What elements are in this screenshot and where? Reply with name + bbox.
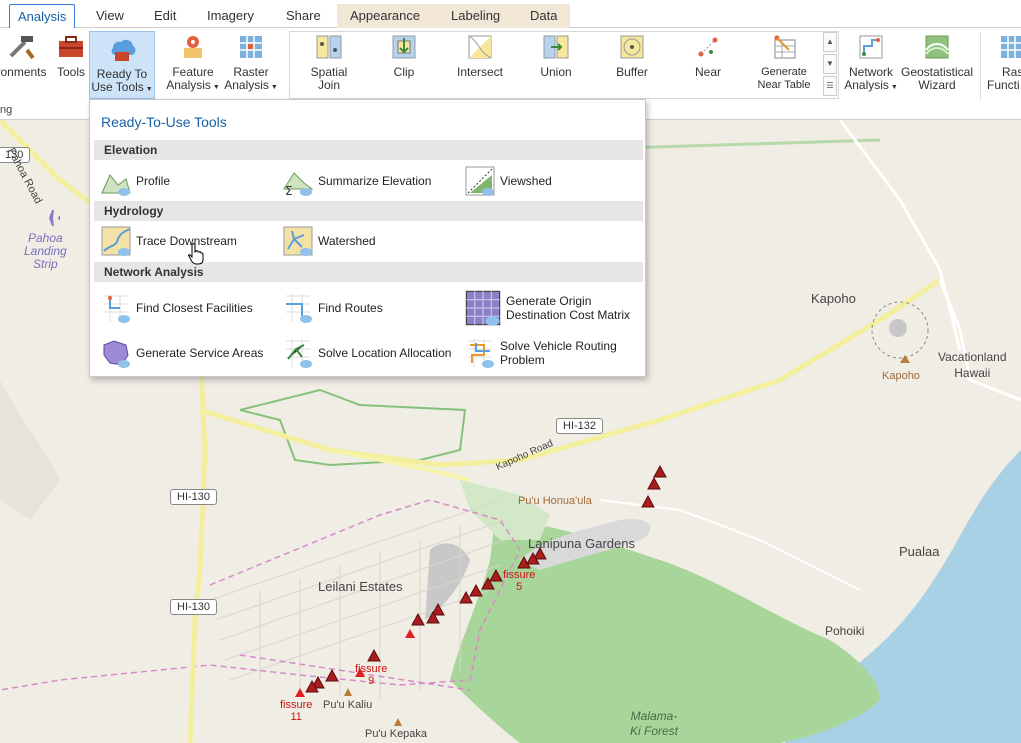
tab-view[interactable]: View <box>88 4 132 28</box>
fissure-9-label: fissure 9 <box>355 663 388 687</box>
profile-icon <box>101 174 131 196</box>
panel-title: Ready-To-Use Tools <box>101 114 227 130</box>
tab-imagery[interactable]: Imagery <box>199 4 262 28</box>
tab-edit[interactable]: Edit <box>146 4 184 28</box>
dropdown-arrow-icon: ▼ <box>888 84 898 91</box>
ribbon-group-label: ng <box>0 104 13 116</box>
puu-honuaula-label: Pu'u Honua'ula <box>518 495 592 507</box>
tab-data[interactable]: Data <box>515 4 570 28</box>
environments-button[interactable]: ronments <box>0 32 49 79</box>
near-table-icon <box>774 35 796 59</box>
tool-find-routes[interactable]: Find Routes <box>282 291 383 325</box>
pualaa-label: Pualaa <box>899 544 940 559</box>
near-icon <box>698 37 718 57</box>
tools-button[interactable]: Tools <box>53 32 89 79</box>
tool-watershed[interactable]: Watershed <box>282 224 376 258</box>
raster-analysis-button[interactable]: Raster Analysis ▼ <box>222 32 280 94</box>
summarize-elevation-icon: Σ <box>283 172 314 197</box>
hi132-shield: HI-132 <box>556 418 604 434</box>
lanipuna-gardens-label: Lanipuna Gardens <box>528 536 635 551</box>
vacationland-label: Vacationland Hawaii <box>938 350 1007 380</box>
dropdown-arrow-icon: ▼ <box>143 86 153 93</box>
network-analysis-button[interactable]: Network Analysis ▼ <box>843 32 899 94</box>
ready-to-use-tools-button[interactable]: Ready To Use Tools ▼ <box>89 31 155 99</box>
find-routes-icon <box>286 294 312 323</box>
leilani-estates-label: Leilani Estates <box>318 579 403 594</box>
fissure-5-label: fissure 5 <box>503 569 536 593</box>
toolbox-icon <box>59 36 83 57</box>
trace-downstream-icon <box>101 226 131 256</box>
ribbon-tab-strip: Analysis View Edit Imagery Share Appeara… <box>0 0 1021 29</box>
dropdown-arrow-icon: ▼ <box>210 84 220 91</box>
malama-forest-label: Malama- Ki Forest <box>630 709 679 738</box>
puu-kaliu-label: Pu'u Kaliu <box>323 699 373 711</box>
kapoho-label: Kapoho <box>811 291 856 306</box>
kapoho-small-label: Kapoho <box>882 370 920 382</box>
arcgis-pro-window: 130 HI-132 HI-130 HI-130 Pahoa Road Kapo… <box>0 0 1021 743</box>
fissure-11-label: fissure 11 <box>280 699 313 723</box>
ready-to-use-tools-panel: Ready-To-Use Tools Elevation Profile Σ S… <box>89 99 646 377</box>
generate-near-table-button[interactable]: Generate Near Table <box>752 32 816 92</box>
intersect-button[interactable]: Intersect <box>454 32 506 79</box>
location-allocation-icon <box>286 339 312 368</box>
tool-generate-service-areas[interactable]: Generate Service Areas <box>100 336 263 370</box>
tab-appearance[interactable]: Appearance <box>337 4 435 28</box>
pahoa-landing-label: Pahoa Landing Strip <box>24 231 67 271</box>
hi130-shield-a: HI-130 <box>170 489 218 505</box>
near-button[interactable]: Near <box>682 32 734 79</box>
raster-functions-icon <box>1001 36 1021 58</box>
service-areas-icon <box>103 340 130 368</box>
gallery-scroll-up-button[interactable]: ▲ <box>823 32 837 52</box>
viewshed-icon <box>465 166 495 196</box>
clip-icon <box>392 35 416 59</box>
buffer-button[interactable]: Buffer <box>606 32 658 79</box>
buffer-icon <box>620 35 644 59</box>
union-icon <box>543 35 569 59</box>
od-cost-matrix-icon <box>465 290 501 326</box>
feature-analysis-icon <box>184 36 202 58</box>
section-hydrology: Hydrology <box>94 201 643 221</box>
tool-solve-location-allocation[interactable]: Solve Location Allocation <box>282 336 451 370</box>
wrench-hammer-icon <box>9 36 35 60</box>
tool-summarize-elevation[interactable]: Σ Summarize Elevation <box>282 164 431 198</box>
puu-kepaka-label: Pu'u Kepaka <box>365 728 428 740</box>
dropdown-arrow-icon: ▼ <box>268 84 278 91</box>
section-network-analysis: Network Analysis <box>94 262 643 282</box>
watershed-icon <box>283 226 313 256</box>
tool-solve-vehicle-routing[interactable]: Solve Vehicle Routing Problem <box>464 336 617 370</box>
gallery-expand-button[interactable]: ☰ <box>823 76 837 96</box>
tool-trace-downstream[interactable]: Trace Downstream <box>100 224 237 258</box>
pohoiki-label: Pohoiki <box>825 624 865 638</box>
section-elevation: Elevation <box>94 140 643 160</box>
find-closest-facilities-icon <box>104 294 130 323</box>
spatial-join-icon <box>316 35 342 59</box>
tool-generate-od-cost-matrix[interactable]: Generate Origin Destination Cost Matrix <box>464 289 630 327</box>
intersect-icon <box>468 35 492 59</box>
hi130-shield-b: HI-130 <box>170 599 218 615</box>
geostatistical-wizard-icon <box>925 35 949 59</box>
tool-viewshed[interactable]: Viewshed <box>464 164 552 198</box>
spatial-join-button[interactable]: Spatial Join <box>303 32 355 92</box>
ribbon-separator <box>980 32 981 100</box>
raster-functions-button[interactable]: RastFuncti <box>985 32 1021 92</box>
tool-profile[interactable]: Profile <box>100 164 170 198</box>
geostatistical-wizard-button[interactable]: Geostatistical Wizard <box>900 32 974 92</box>
union-button[interactable]: Union <box>530 32 582 79</box>
feature-analysis-button[interactable]: Feature Analysis ▼ <box>163 32 223 94</box>
cloud-toolbox-icon <box>111 39 136 61</box>
vehicle-routing-icon <box>468 339 494 368</box>
svg-text:Σ: Σ <box>285 184 293 197</box>
tab-labeling[interactable]: Labeling <box>435 4 515 28</box>
raster-analysis-icon <box>240 36 262 58</box>
hand-cursor-icon <box>188 243 204 265</box>
network-analysis-icon <box>859 35 883 59</box>
tab-analysis[interactable]: Analysis <box>9 4 76 29</box>
tool-find-closest-facilities[interactable]: Find Closest Facilities <box>100 291 253 325</box>
gallery-scroll-down-button[interactable]: ▼ <box>823 54 837 74</box>
tab-share[interactable]: Share <box>278 4 329 28</box>
clip-button[interactable]: Clip <box>378 32 430 79</box>
